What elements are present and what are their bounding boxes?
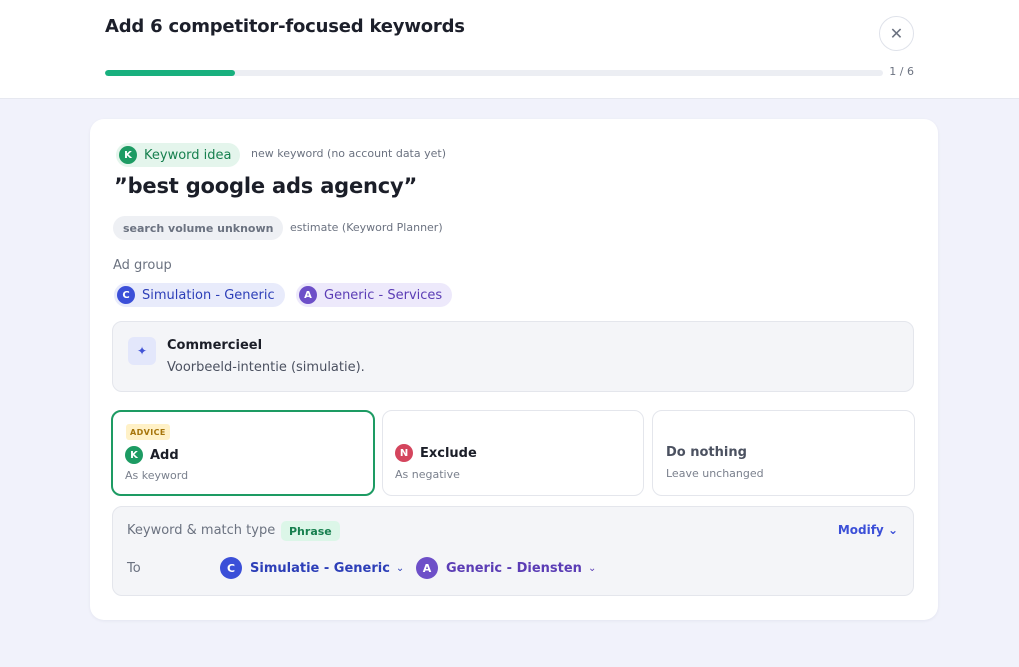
progress-count: 1 / 6 [889, 65, 914, 78]
target-letter-icon: C [220, 557, 242, 579]
target-ad-group-select[interactable]: A Generic - Diensten ⌄ [416, 555, 596, 581]
advice-badge: ADVICE [126, 424, 170, 440]
keyword-text: ”best google ads agency” [114, 174, 418, 198]
option-header: N Exclude [395, 444, 477, 462]
option-header: K Add [125, 446, 179, 464]
keyword-letter-icon: K [119, 146, 137, 164]
match-type-label: Keyword & match type [127, 523, 276, 538]
ad-group-chip: C Simulation - Generic [114, 283, 285, 307]
target-letter-icon: A [416, 557, 438, 579]
option-add[interactable]: ADVICE K Add As keyword [111, 410, 375, 496]
match-type-panel: Keyword & match type Phrase Modify ⌄ To … [112, 506, 914, 596]
ad-group-chip-label: Generic - Services [324, 287, 443, 303]
modify-button[interactable]: Modify ⌄ [838, 523, 898, 537]
option-subtitle: As negative [395, 468, 460, 481]
option-title: Add [150, 447, 179, 463]
target-label: Generic - Diensten [446, 560, 582, 576]
option-header: Do nothing [666, 445, 747, 460]
ad-group-letter-icon: A [299, 286, 317, 304]
close-button[interactable]: ✕ [879, 16, 914, 51]
modal-title: Add 6 competitor-focused keywords [105, 16, 465, 37]
progress-fill [105, 70, 235, 76]
exclude-letter-icon: N [395, 444, 413, 462]
option-subtitle: As keyword [125, 469, 189, 482]
sparkle-icon: ✦ [128, 337, 156, 365]
ad-group-chip: A Generic - Services [296, 283, 453, 307]
add-letter-icon: K [125, 446, 143, 464]
option-title: Exclude [420, 445, 477, 461]
close-icon: ✕ [889, 24, 904, 43]
option-do-nothing[interactable]: Do nothing Leave unchanged [652, 410, 915, 496]
progress-bar [105, 70, 883, 76]
volume-badge: search volume unknown [113, 216, 284, 240]
target-ad-group-select[interactable]: C Simulatie - Generic ⌄ [220, 555, 404, 581]
chevron-down-icon: ⌄ [587, 562, 597, 574]
option-exclude[interactable]: N Exclude As negative [382, 410, 644, 496]
modal-header: Add 6 competitor-focused keywords ✕ 1 / … [0, 0, 1019, 99]
chevron-down-icon: ⌄ [395, 562, 405, 574]
option-title: Do nothing [666, 445, 747, 460]
to-label: To [127, 561, 141, 576]
intent-description: Voorbeeld-intentie (simulatie). [167, 360, 365, 375]
volume-note: estimate (Keyword Planner) [290, 221, 443, 234]
match-type-badge: Phrase [281, 521, 340, 541]
option-subtitle: Leave unchanged [666, 467, 764, 480]
intent-box: ✦ Commercieel Voorbeeld-intentie (simula… [112, 321, 914, 392]
keyword-note: new keyword (no account data yet) [251, 147, 446, 160]
ad-group-chip-label: Simulation - Generic [142, 287, 275, 303]
ad-group-label: Ad group [113, 258, 172, 273]
chevron-down-icon: ⌄ [887, 523, 898, 537]
keyword-card: K Keyword idea new keyword (no account d… [90, 119, 938, 620]
target-label: Simulatie - Generic [250, 560, 390, 576]
ad-group-letter-icon: C [117, 286, 135, 304]
keyword-idea-label: Keyword idea [144, 147, 232, 163]
modify-label: Modify [837, 523, 884, 537]
intent-title: Commercieel [167, 338, 263, 353]
keyword-idea-badge: K Keyword idea [116, 143, 241, 167]
